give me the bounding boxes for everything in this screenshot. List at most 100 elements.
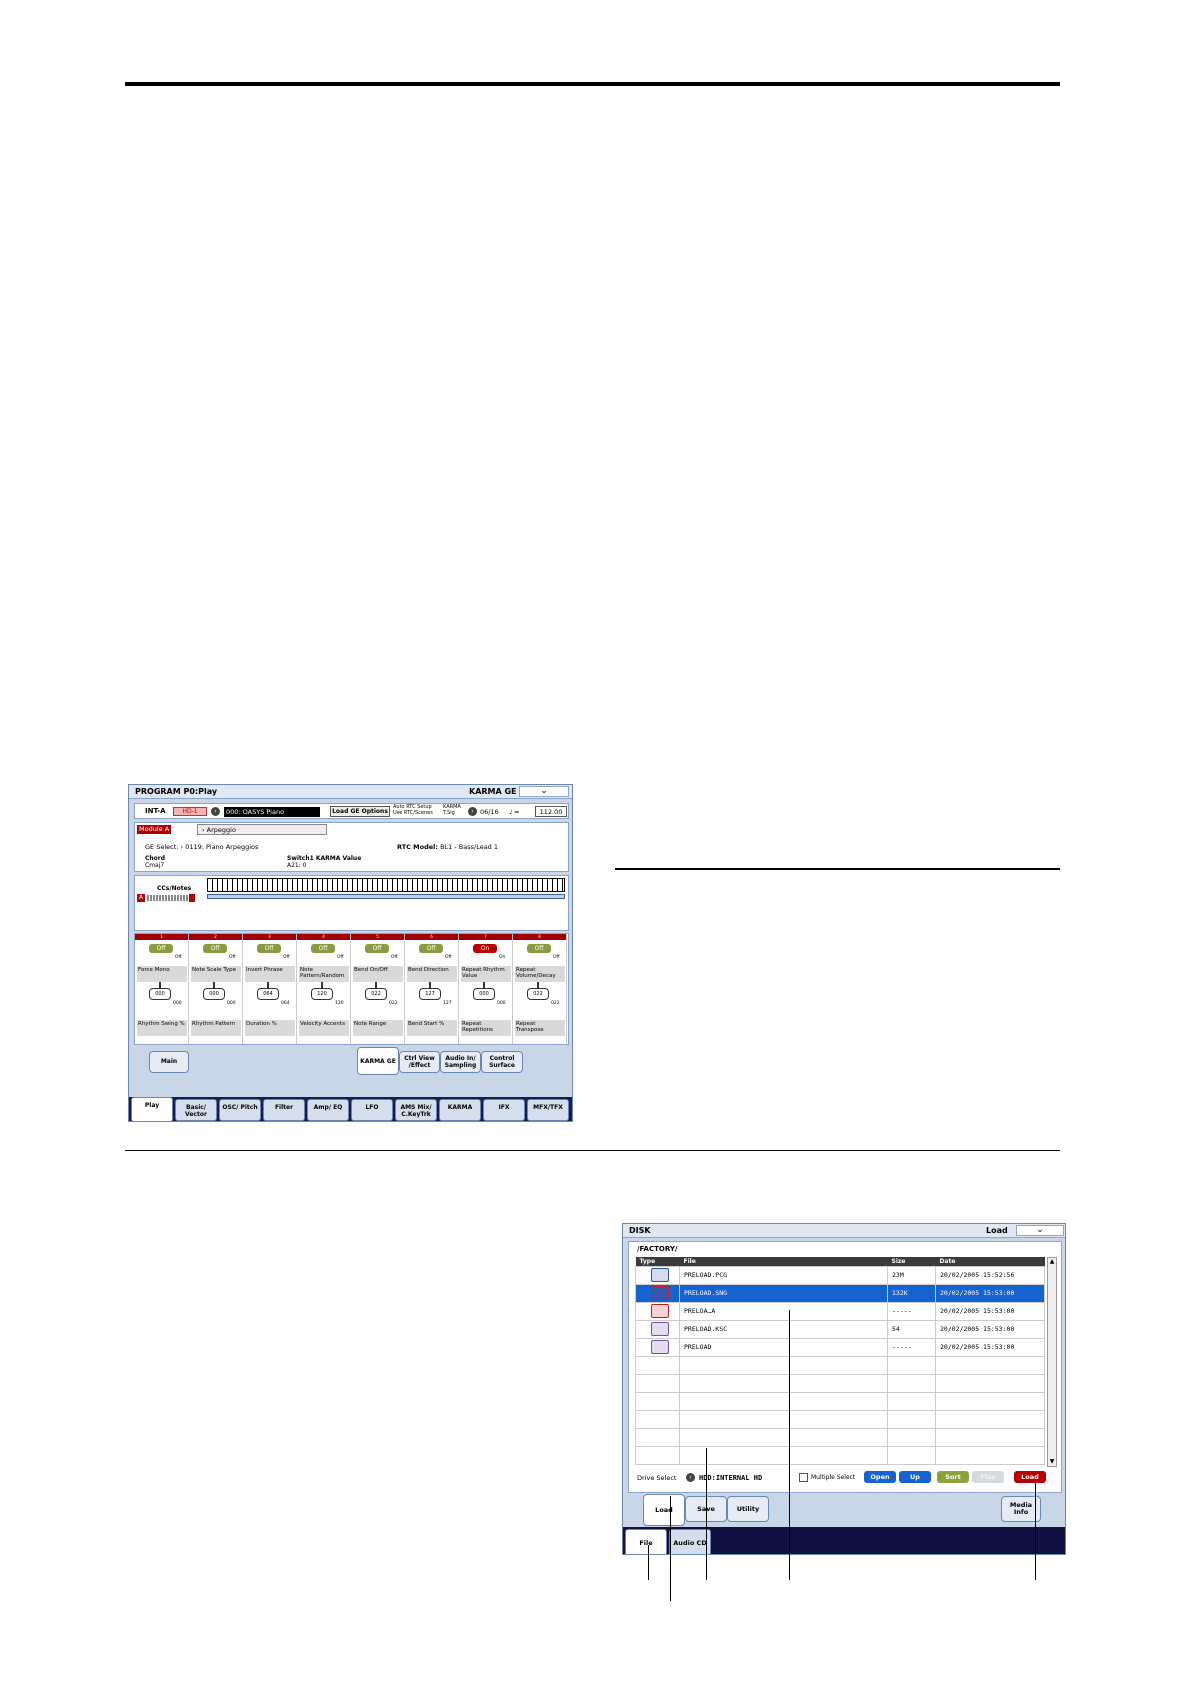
subtab-main[interactable]: Main: [149, 1051, 189, 1073]
cell-switch[interactable]: On: [473, 944, 497, 953]
tab-audio-cd[interactable]: Audio CD: [669, 1529, 711, 1554]
file-row[interactable]: [635, 1445, 1045, 1465]
cell-number: 8: [513, 934, 566, 940]
cell-knob-value: 000: [173, 1001, 182, 1006]
empty-cell: [679, 1409, 888, 1429]
main-tab[interactable]: OSC/ Pitch: [219, 1099, 261, 1121]
song-icon: [650, 1286, 669, 1300]
tsig-arrow-icon[interactable]: ›: [468, 807, 477, 816]
cell-switch[interactable]: Off: [365, 944, 389, 953]
cell-knob[interactable]: 000: [203, 988, 225, 1000]
sort-button[interactable]: Sort: [937, 1471, 969, 1483]
drive-select-arrow-icon[interactable]: ›: [686, 1473, 695, 1482]
folder-icon: [650, 1304, 669, 1318]
cell-switch-state: Off: [553, 955, 560, 960]
file-row[interactable]: [635, 1409, 1045, 1429]
load-ge-options-button[interactable]: Load GE Options: [330, 806, 390, 817]
cell-switch[interactable]: Off: [257, 944, 281, 953]
play-button[interactable]: Play: [972, 1471, 1004, 1483]
scroll-down-icon[interactable]: ▼: [1048, 1458, 1056, 1466]
program-name-field[interactable]: 000: OASYS Piano: [224, 807, 320, 817]
cell-knob[interactable]: 127: [419, 988, 441, 1000]
cell-knob-label: Repeat Repetitions: [461, 1020, 511, 1036]
module-a-strip: [147, 895, 193, 901]
multiple-select-checkbox[interactable]: [799, 1473, 808, 1482]
switch-value: A21: 0: [287, 862, 307, 869]
callout-line-file-tab: [648, 1545, 649, 1580]
file-row[interactable]: [635, 1355, 1045, 1375]
cell-switch[interactable]: Off: [203, 944, 227, 953]
top-rule: [125, 82, 1060, 86]
file-row[interactable]: PRELOAD.PCG 23M 20/02/2005 15:52:56: [635, 1265, 1045, 1285]
drive-name[interactable]: HDD:INTERNAL HD: [699, 1474, 762, 1482]
file-list-scrollbar[interactable]: ▲ ▼: [1047, 1257, 1057, 1467]
subtab-audio-in-sampling[interactable]: Audio In/ Sampling: [440, 1051, 481, 1073]
empty-cell: [887, 1409, 936, 1429]
callout-line-load-tab: [670, 1496, 671, 1601]
subtab-ctrl-view-effect[interactable]: Ctrl View /Effect: [399, 1051, 440, 1073]
switch-label: Switch1 KARMA Value: [287, 855, 362, 862]
cell-switch[interactable]: Off: [419, 944, 443, 953]
cell-knob[interactable]: 064: [257, 988, 279, 1000]
main-tab[interactable]: Filter: [263, 1099, 305, 1121]
cell-switch-state: Off: [229, 955, 236, 960]
cell-number: 5: [351, 934, 404, 940]
cell-knob[interactable]: 022: [527, 988, 549, 1000]
main-tab[interactable]: LFO: [351, 1099, 393, 1121]
main-tab[interactable]: Amp/ EQ: [307, 1099, 349, 1121]
cell-knob[interactable]: 120: [311, 988, 333, 1000]
cell-switch[interactable]: Off: [527, 944, 551, 953]
main-tab[interactable]: MFX/TFX: [527, 1099, 569, 1121]
program-select-arrow-icon[interactable]: ›: [211, 807, 220, 816]
drive-select-label: Drive Select: [637, 1474, 677, 1482]
ge-select[interactable]: GE Select: › 0119: Piano Arpeggios: [145, 843, 258, 851]
file-list: PRELOAD.PCG 23M 20/02/2005 15:52:56 PRELOAD…: [635, 1265, 1045, 1465]
up-button[interactable]: Up: [899, 1471, 931, 1483]
rtc-model-label: RTC Model:: [397, 843, 439, 851]
page-menu-chevron-down-icon[interactable]: ⌄: [519, 786, 569, 797]
main-tab[interactable]: KARMA: [439, 1099, 481, 1121]
bank-label: INT-A: [145, 807, 166, 815]
empty-cell: [935, 1373, 1045, 1393]
cell-switch[interactable]: Off: [311, 944, 335, 953]
main-tab[interactable]: AMS Mix/ C.KeyTrk: [395, 1099, 437, 1121]
file-row[interactable]: [635, 1391, 1045, 1411]
page-menu-chevron-down-icon[interactable]: ⌄: [1016, 1225, 1064, 1236]
empty-cell: [635, 1355, 680, 1375]
subtab-utility[interactable]: Utility: [727, 1496, 769, 1522]
subtab-control-surface[interactable]: Control Surface: [481, 1051, 523, 1073]
file-row[interactable]: PRELOA…A ----- 20/02/2005 15:53:00: [635, 1301, 1045, 1321]
main-tab[interactable]: Basic/ Vector: [175, 1099, 217, 1121]
tempo-field[interactable]: 112.00: [535, 806, 567, 817]
scroll-up-icon[interactable]: ▲: [1048, 1258, 1056, 1266]
tab-file[interactable]: File: [625, 1529, 667, 1554]
page-name: KARMA GE: [469, 787, 517, 796]
cell-switch-state: Off: [391, 955, 398, 960]
file-row[interactable]: PRELOAD.SNG 132K 20/02/2005 15:53:00: [635, 1283, 1045, 1303]
open-button[interactable]: Open: [864, 1471, 896, 1483]
cell-knob[interactable]: 000: [473, 988, 495, 1000]
cell-knob[interactable]: 022: [365, 988, 387, 1000]
rtc-controls-grid: 1 Off Off Force Mono 000 000 Rhythm Swing % 2 Of…: [134, 933, 569, 1045]
subtab-load[interactable]: Load: [643, 1494, 685, 1526]
keyboard-display: [207, 878, 565, 892]
main-tab[interactable]: Play: [131, 1097, 173, 1121]
subtab-karma-ge[interactable]: KARMA GE: [357, 1047, 399, 1075]
file-row[interactable]: PRELOAD ----- 20/02/2005 15:53:00: [635, 1337, 1045, 1357]
file-row[interactable]: [635, 1427, 1045, 1447]
arpeggio-tab[interactable]: › Arpeggio: [197, 824, 327, 835]
cell-knob[interactable]: 000: [149, 988, 171, 1000]
file-row[interactable]: PRELOAD.KSC 54 20/02/2005 15:53:00: [635, 1319, 1045, 1339]
column-type[interactable]: Type: [635, 1257, 680, 1266]
column-file[interactable]: File: [679, 1257, 888, 1266]
cell-number: 4: [297, 934, 350, 940]
file-row[interactable]: [635, 1373, 1045, 1393]
load-button[interactable]: Load: [1014, 1471, 1046, 1483]
column-size[interactable]: Size: [887, 1257, 936, 1266]
column-date[interactable]: Date: [935, 1257, 1045, 1266]
tsig-value[interactable]: 06/16: [480, 808, 499, 816]
module-a-indicator: A: [137, 894, 145, 902]
file-size: -----: [887, 1301, 936, 1321]
cell-switch[interactable]: Off: [149, 944, 173, 953]
main-tab[interactable]: IFX: [483, 1099, 525, 1121]
